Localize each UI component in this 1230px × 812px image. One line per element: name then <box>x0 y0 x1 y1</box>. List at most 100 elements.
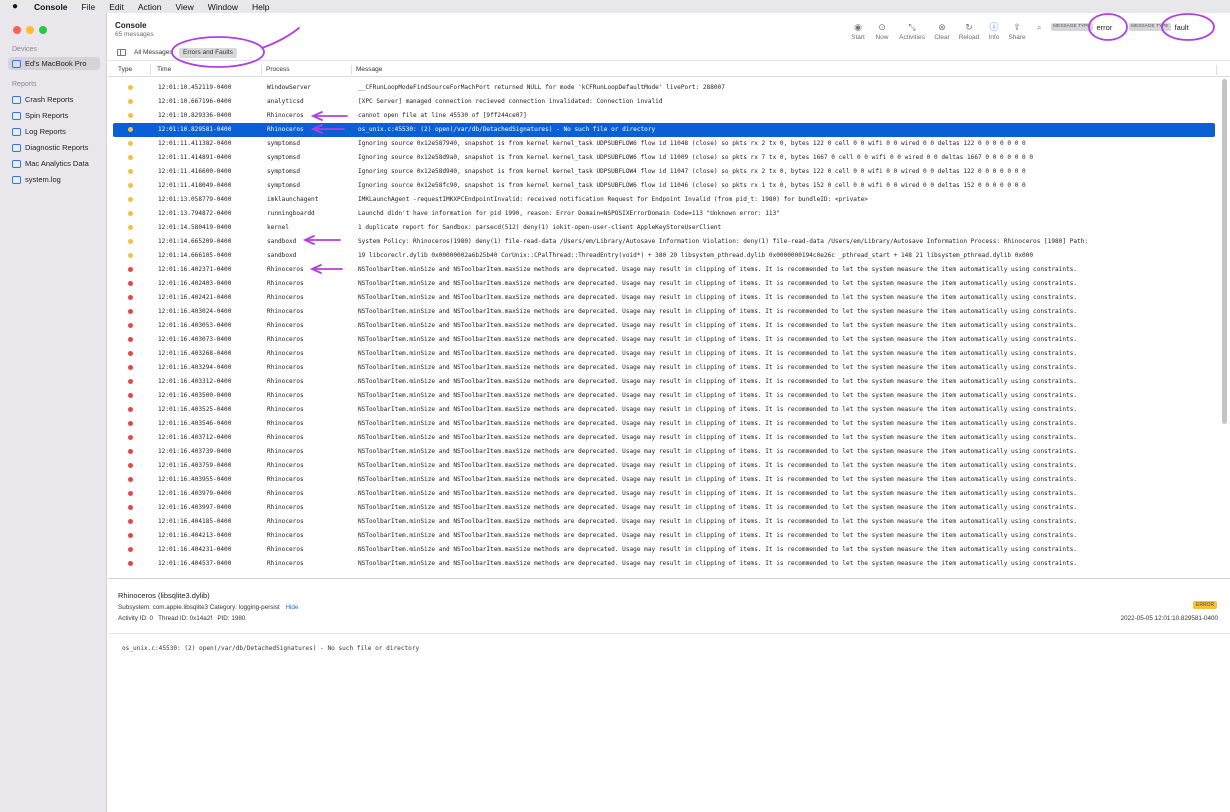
token-type[interactable]: MESSAGE TYPE <box>1129 23 1171 31</box>
column-type[interactable]: Type <box>118 66 132 73</box>
fault-dot-icon <box>128 267 133 272</box>
column-separator[interactable] <box>261 65 262 75</box>
sidebar-item-log-reports[interactable]: Log Reports <box>8 125 100 138</box>
table-row[interactable]: 12:01:16.403500-0400 Rhinoceros NSToolbarI… <box>108 389 1222 403</box>
fault-dot-icon <box>128 463 133 468</box>
sidebar-item-device[interactable]: Ed's MacBook Pro <box>8 57 100 70</box>
table-row[interactable]: 12:01:16.403712-0400 Rhinoceros NSToolbarI… <box>108 431 1222 445</box>
table-row[interactable]: 12:01:11.416600-0400 symptomsd Ignoring so… <box>108 165 1222 179</box>
table-row[interactable]: 12:01:16.403979-0400 Rhinoceros NSToolbarI… <box>108 487 1222 501</box>
menu-action[interactable]: Action <box>132 2 170 12</box>
table-row[interactable]: 12:01:14.666105-0400 sandboxd 19 libcorecl… <box>108 249 1222 263</box>
table-row[interactable]: 12:01:16.403546-0400 Rhinoceros NSToolbarI… <box>108 417 1222 431</box>
column-message[interactable]: Message <box>356 66 382 73</box>
menu-app-console[interactable]: Console <box>28 2 76 12</box>
table-row[interactable]: 12:01:11.418049-0400 symptomsd Ignoring so… <box>108 179 1222 193</box>
column-separator[interactable] <box>150 65 151 75</box>
search-token-error[interactable]: MESSAGE TYPE error <box>1051 22 1112 32</box>
scroll-thumb[interactable] <box>1222 79 1227 424</box>
token-type[interactable]: MESSAGE TYPE <box>1051 23 1093 31</box>
column-time[interactable]: Time <box>157 66 171 73</box>
table-row[interactable]: 12:01:14.580419-0400 kernel 1 duplicate re… <box>108 221 1222 235</box>
table-row[interactable]: 12:01:16.403759-0400 Rhinoceros NSToolbarI… <box>108 459 1222 473</box>
cell-process: Rhinoceros <box>267 462 304 469</box>
hide-link[interactable]: Hide <box>285 604 298 611</box>
cell-process: Rhinoceros <box>267 532 304 539</box>
table-row[interactable]: 12:01:11.414891-0400 symptomsd Ignoring so… <box>108 151 1222 165</box>
table-row[interactable]: 12:01:16.404213-0400 Rhinoceros NSToolbarI… <box>108 529 1222 543</box>
table-row[interactable]: 12:01:16.403073-0400 Rhinoceros NSToolbarI… <box>108 333 1222 347</box>
zoom-window-button[interactable] <box>39 26 47 34</box>
sidebar-item-label: Crash Reports <box>25 95 74 104</box>
table-row[interactable]: 12:01:13.058779-0400 imklaunchagent IMKLau… <box>108 193 1222 207</box>
sidebar-item-label: Ed's MacBook Pro <box>25 59 87 68</box>
cell-process: Rhinoceros <box>267 378 304 385</box>
minimize-window-button[interactable] <box>26 26 34 34</box>
sidebar-item-system-log[interactable]: system.log <box>8 173 100 186</box>
table-row[interactable]: 12:01:16.403739-0400 Rhinoceros NSToolbarI… <box>108 445 1222 459</box>
table-row[interactable]: 12:01:16.403997-0400 Rhinoceros NSToolbarI… <box>108 501 1222 515</box>
cell-time: 12:01:16.403268-0400 <box>158 350 232 357</box>
now-button[interactable]: ⊙ Now <box>867 21 897 45</box>
table-row[interactable]: 12:01:16.403955-0400 Rhinoceros NSToolbarI… <box>108 473 1222 487</box>
table-row[interactable]: 12:01:16.402371-0400 Rhinoceros NSToolbarI… <box>108 263 1222 277</box>
clear-button[interactable]: ⊗ Clear <box>927 21 957 45</box>
cell-time: 12:01:16.404537-0400 <box>158 560 232 567</box>
table-row[interactable]: 12:01:10.829336-0400 Rhinoceros cannot ope… <box>108 109 1222 123</box>
cell-process: sandboxd <box>267 252 297 259</box>
error-dot-icon <box>128 169 133 174</box>
table-row[interactable]: 12:01:16.403294-0400 Rhinoceros NSToolbarI… <box>108 361 1222 375</box>
table-row[interactable]: 12:01:16.403053-0400 Rhinoceros NSToolbarI… <box>108 319 1222 333</box>
scrollbar[interactable] <box>1222 63 1228 578</box>
cell-message: NSToolbarItem.minSize and NSToolbarItem.… <box>358 350 1078 357</box>
share-button[interactable]: ⇪ Share <box>1002 21 1032 45</box>
cell-message: Ignoring source 0x12e587940, snapshot is… <box>358 140 1026 147</box>
menu-help[interactable]: Help <box>246 2 277 12</box>
fault-dot-icon <box>128 393 133 398</box>
apple-menu-icon[interactable]: ● <box>10 1 20 12</box>
filter-errors-and-faults[interactable]: Errors and Faults <box>179 48 237 58</box>
table-row[interactable]: 12:01:16.404537-0400 Rhinoceros NSToolbarI… <box>108 557 1222 571</box>
table-row[interactable]: 12:01:16.404185-0400 Rhinoceros NSToolbarI… <box>108 515 1222 529</box>
table-row[interactable]: 12:01:16.403312-0400 Rhinoceros NSToolbarI… <box>108 375 1222 389</box>
table-row-selected[interactable]: 12:01:10.829581-0400 Rhinoceros os_unix.c:… <box>113 123 1215 137</box>
cell-message: Launchd didn't have information for pid … <box>358 210 780 217</box>
filter-all-messages[interactable]: All Messages <box>130 48 177 58</box>
column-process[interactable]: Process <box>266 66 289 73</box>
table-row[interactable]: 12:01:11.411382-0400 symptomsd Ignoring so… <box>108 137 1222 151</box>
table-row[interactable]: 12:01:16.403024-0400 Rhinoceros NSToolbarI… <box>108 305 1222 319</box>
table-row[interactable]: 12:01:16.403525-0400 Rhinoceros NSToolbarI… <box>108 403 1222 417</box>
sidebar-item-crash-reports[interactable]: Crash Reports <box>8 93 100 106</box>
column-separator[interactable] <box>1216 65 1217 75</box>
cell-process: kernel <box>267 224 290 231</box>
search-token-fault[interactable]: MESSAGE TYPE fault <box>1129 22 1189 32</box>
cell-process: Rhinoceros <box>267 518 304 525</box>
cell-message: NSToolbarItem.minSize and NSToolbarItem.… <box>358 518 1078 525</box>
sidebar: Devices Ed's MacBook Pro Reports Crash R… <box>0 13 107 812</box>
table-row[interactable]: 12:01:16.403268-0400 Rhinoceros NSToolbarI… <box>108 347 1222 361</box>
menu-edit[interactable]: Edit <box>103 2 132 12</box>
cell-time: 12:01:16.404213-0400 <box>158 532 232 539</box>
table-row[interactable]: 12:01:16.402403-0400 Rhinoceros NSToolbarI… <box>108 277 1222 291</box>
search-icon[interactable]: ⌕ <box>1037 23 1041 33</box>
table-row[interactable]: 12:01:16.402421-0400 Rhinoceros NSToolbarI… <box>108 291 1222 305</box>
activities-button[interactable]: ⤡ Activities <box>897 21 927 45</box>
menu-file[interactable]: File <box>76 2 104 12</box>
close-window-button[interactable] <box>13 26 21 34</box>
cell-time: 12:01:16.403997-0400 <box>158 504 232 511</box>
table-row[interactable]: 12:01:13.794872-0400 runningboardd Launchd… <box>108 207 1222 221</box>
table-row[interactable]: 12:01:16.404231-0400 Rhinoceros NSToolbarI… <box>108 543 1222 557</box>
table-row[interactable]: 12:01:10.452119-0400 WindowServer __CFRunL… <box>108 81 1222 95</box>
menu-view[interactable]: View <box>170 2 202 12</box>
sidebar-item-diagnostic-reports[interactable]: Diagnostic Reports <box>8 141 100 154</box>
table-row[interactable]: 12:01:10.667196-0400 analyticsd [XPC Serve… <box>108 95 1222 109</box>
cell-process: Rhinoceros <box>267 280 304 287</box>
sidebar-item-mac-analytics-data[interactable]: Mac Analytics Data <box>8 157 100 170</box>
table-row[interactable]: 12:01:14.665209-0400 sandboxd System Polic… <box>108 235 1222 249</box>
cell-message: Ignoring source 0x12e58d9a0, snapshot is… <box>358 154 1034 161</box>
sidebar-item-spin-reports[interactable]: Spin Reports <box>8 109 100 122</box>
error-dot-icon <box>128 155 133 160</box>
menu-window[interactable]: Window <box>202 2 246 12</box>
sidebar-toggle-icon[interactable] <box>117 49 126 56</box>
column-separator[interactable] <box>351 65 352 75</box>
